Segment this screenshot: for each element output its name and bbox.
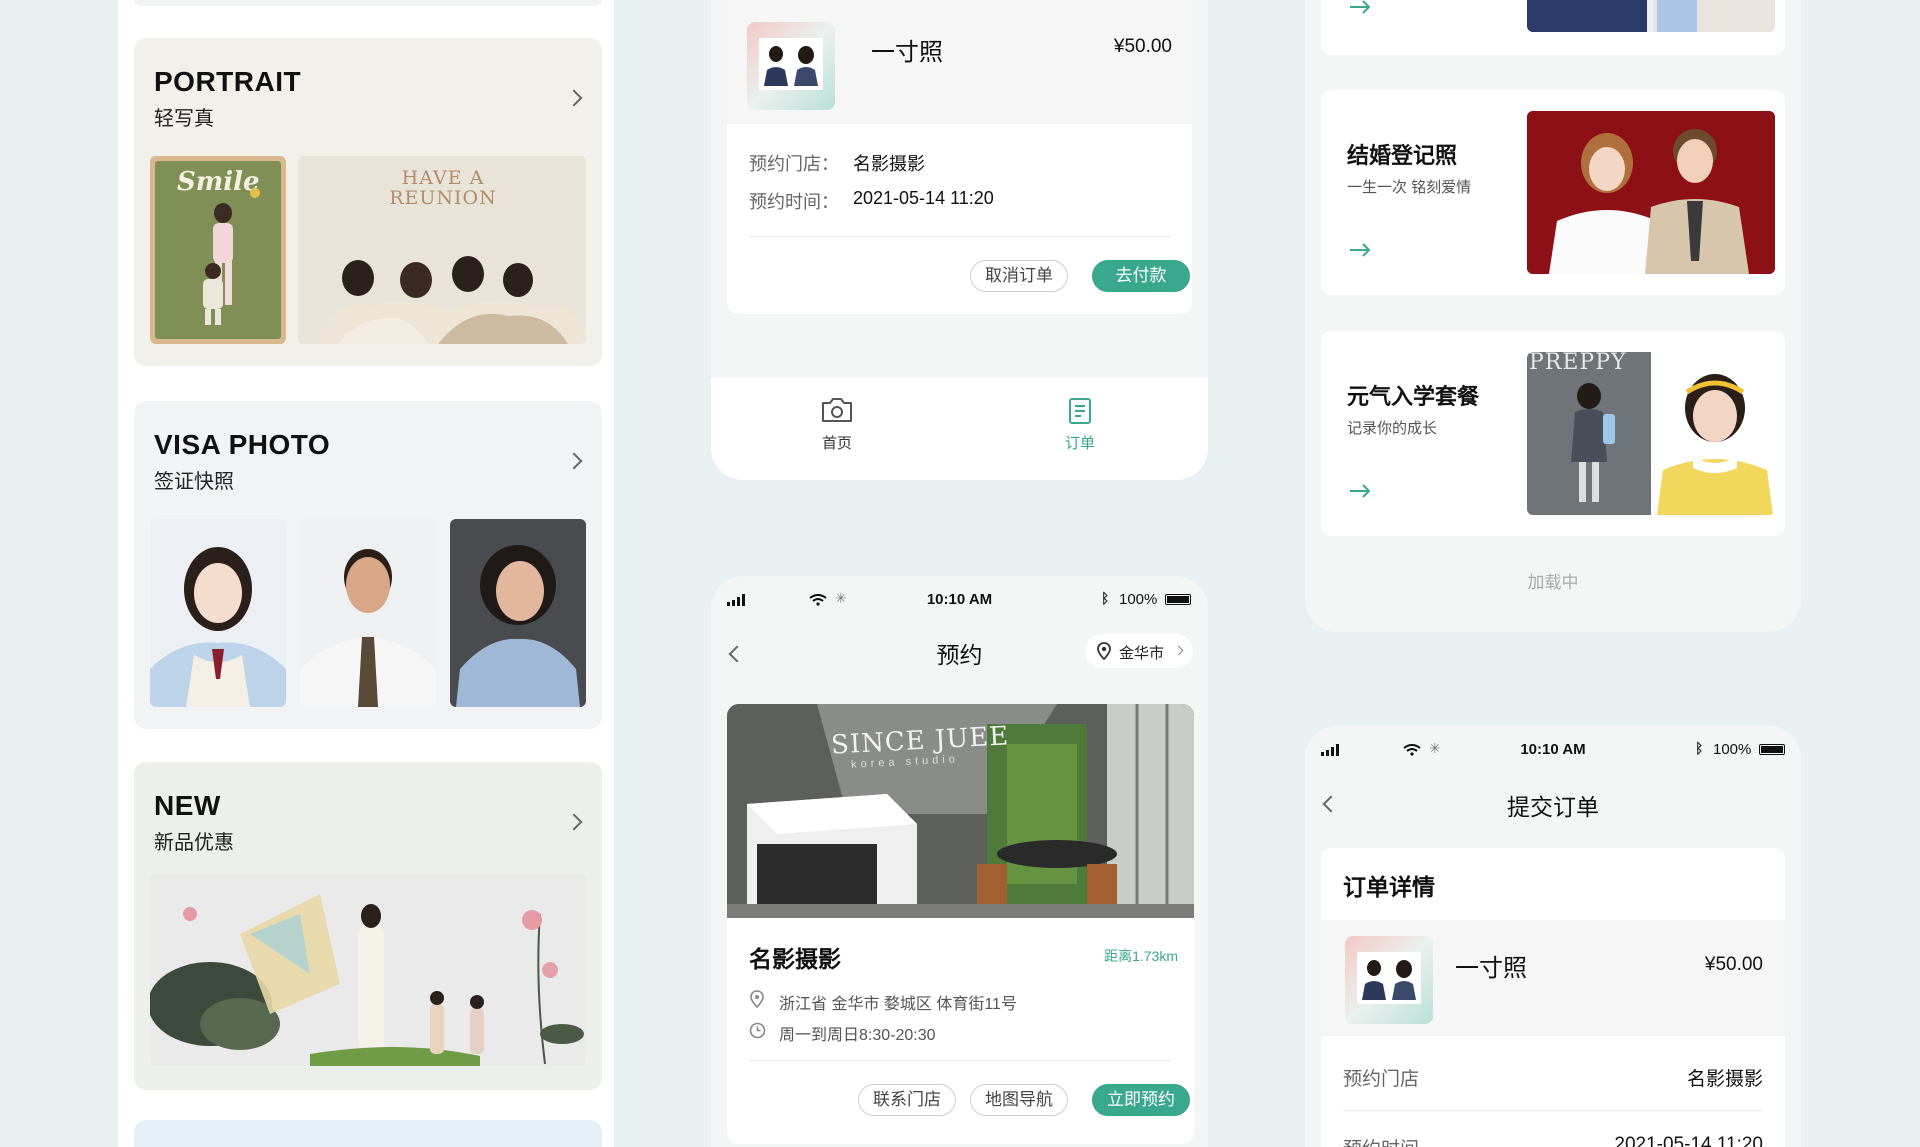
- portrait-thumb-smile[interactable]: Smile: [150, 156, 286, 344]
- time-value: 2021-05-14 11:20: [1614, 1134, 1763, 1147]
- order-detail-card: 订单详情 一寸照 ¥50.00 预约门店 名影摄影 预约时间 2021-05-1…: [1321, 848, 1785, 1147]
- store-address: 浙江省 金华市 婺城区 体育街11号: [779, 996, 1017, 1013]
- clock-icon: [749, 1022, 766, 1039]
- bluetooth-icon: ᛒ: [1101, 590, 1110, 606]
- bluetooth-icon: ᛒ: [1695, 740, 1704, 756]
- battery-percent: 100%: [1713, 741, 1752, 758]
- book-now-button[interactable]: 立即预约: [1092, 1084, 1190, 1116]
- map-navigation-button[interactable]: 地图导航: [970, 1084, 1068, 1116]
- loading-text: 加载中: [1527, 573, 1579, 592]
- visa-thumb-man[interactable]: [300, 519, 436, 707]
- category-card-visa[interactable]: VISA PHOTO 签证快照: [134, 401, 602, 729]
- chevron-right-icon[interactable]: [565, 89, 583, 107]
- store-hours: 周一到周日8:30-20:30: [779, 1027, 936, 1044]
- product-thumbnail: [1345, 936, 1433, 1024]
- package-subtitle: 记录你的成长: [1347, 420, 1438, 437]
- packages-screen: 结婚登记照 一生一次 铭刻爱情 元气入学套餐 记录你的成长 PREPPY 加载中: [1305, 0, 1801, 632]
- booking-screen: ✳ 10:10 AM ᛒ 100% 预约 金华市 SINCE JUEE kore…: [711, 576, 1208, 1147]
- page-title: 提交订单: [1507, 794, 1599, 820]
- camera-icon: [822, 398, 852, 422]
- order-card: 一寸照 ¥50.00 预约门店： 名影摄影 预约时间： 2021-05-14 1…: [727, 0, 1192, 314]
- package-photo: [1527, 0, 1775, 32]
- package-card-partial[interactable]: [1321, 0, 1785, 55]
- city-label: 金华市: [1119, 645, 1165, 662]
- store-name: 名影摄影: [749, 946, 841, 972]
- tab-orders[interactable]: 订单: [1050, 396, 1110, 460]
- divider: [749, 1060, 1171, 1061]
- product-price: ¥50.00: [1113, 36, 1172, 57]
- chevron-right-icon[interactable]: [565, 813, 583, 831]
- battery-icon: [1165, 594, 1191, 605]
- store-photo: SINCE JUEE korea studio: [727, 704, 1194, 918]
- package-title: 结婚登记照: [1347, 143, 1458, 168]
- chevron-right-icon: [1173, 645, 1184, 656]
- time-label: 预约时间：: [749, 192, 839, 212]
- status-bar: ✳ 10:10 AM ᛒ 100%: [1305, 726, 1801, 772]
- order-list-icon: [1069, 398, 1091, 424]
- section-title: 订单详情: [1343, 874, 1435, 900]
- chevron-right-icon[interactable]: [565, 452, 583, 470]
- store-value: 名影摄影: [1686, 1069, 1763, 1090]
- order-product-row[interactable]: 一寸照 ¥50.00: [727, 0, 1192, 124]
- pay-button[interactable]: 去付款: [1092, 260, 1190, 292]
- package-photo: [1527, 111, 1775, 274]
- portrait-thumb-reunion[interactable]: HAVE A REUNION: [298, 156, 586, 344]
- orders-screen: 一寸照 ¥50.00 预约门店： 名影摄影 预约时间： 2021-05-14 1…: [711, 0, 1208, 480]
- time-label: 预约时间: [1343, 1134, 1419, 1147]
- location-pin-icon: [1097, 642, 1111, 660]
- store-label: 预约门店：: [749, 154, 839, 174]
- category-title: VISA PHOTO: [154, 429, 331, 460]
- battery-icon: [1759, 744, 1785, 755]
- category-card-portrait[interactable]: PORTRAIT 轻写真 Smile HAVE A REUNION: [134, 38, 602, 366]
- store-value: 名影摄影: [853, 154, 925, 174]
- category-title: NEW: [154, 790, 221, 821]
- package-photo-left: PREPPY: [1527, 352, 1651, 515]
- product-name: 一寸照: [1455, 955, 1527, 982]
- tab-home-label: 首页: [821, 435, 852, 452]
- arrow-right-icon: [1350, 0, 1371, 14]
- divider: [749, 236, 1171, 237]
- product-thumbnail: [747, 22, 835, 110]
- divider: [1343, 1110, 1763, 1111]
- package-photo-right: [1653, 352, 1775, 515]
- new-thumb-banner[interactable]: [150, 874, 586, 1066]
- submit-order-screen: ✳ 10:10 AM ᛒ 100% 提交订单 订单详情 一寸照 ¥50.00 预…: [1305, 726, 1801, 1147]
- store-distance: 距离1.73km: [1104, 948, 1178, 964]
- category-subtitle: 签证快照: [154, 471, 234, 493]
- previous-card-edge: [134, 0, 602, 6]
- category-subtitle: 新品优惠: [154, 832, 234, 854]
- package-subtitle: 一生一次 铭刻爱情: [1347, 179, 1472, 196]
- package-card-wedding[interactable]: 结婚登记照 一生一次 铭刻爱情: [1321, 90, 1785, 295]
- product-name: 一寸照: [871, 39, 943, 66]
- category-card-next-edge: [134, 1120, 602, 1147]
- city-selector[interactable]: 金华市: [1085, 634, 1193, 668]
- visa-thumb-older-woman[interactable]: [450, 519, 586, 707]
- cancel-order-button[interactable]: 取消订单: [970, 260, 1068, 292]
- visa-thumb-woman[interactable]: [150, 519, 286, 707]
- tab-bar: 首页 订单: [711, 378, 1208, 480]
- tab-orders-label: 订单: [1064, 435, 1095, 452]
- package-card-school[interactable]: 元气入学套餐 记录你的成长 PREPPY: [1321, 331, 1785, 536]
- contact-store-button[interactable]: 联系门店: [858, 1084, 956, 1116]
- store-label: 预约门店: [1343, 1069, 1420, 1090]
- category-screen: PORTRAIT 轻写真 Smile HAVE A REUNION VISA P…: [118, 0, 614, 1147]
- arrow-right-icon: [1350, 243, 1371, 257]
- arrow-right-icon: [1350, 484, 1371, 498]
- location-pin-icon: [750, 990, 764, 1008]
- status-bar: ✳ 10:10 AM ᛒ 100%: [711, 576, 1208, 622]
- store-card[interactable]: SINCE JUEE korea studio 名影摄影 距离1.73km 浙江…: [727, 704, 1194, 1144]
- order-product-row: 一寸照 ¥50.00: [1321, 920, 1785, 1036]
- category-title: PORTRAIT: [154, 66, 302, 97]
- category-card-new[interactable]: NEW 新品优惠: [134, 762, 602, 1090]
- battery-percent: 100%: [1119, 591, 1158, 608]
- tab-home[interactable]: 首页: [807, 396, 867, 460]
- package-title: 元气入学套餐: [1347, 384, 1480, 409]
- time-value: 2021-05-14 11:20: [853, 188, 994, 208]
- product-price: ¥50.00: [1704, 954, 1763, 975]
- category-subtitle: 轻写真: [154, 108, 214, 130]
